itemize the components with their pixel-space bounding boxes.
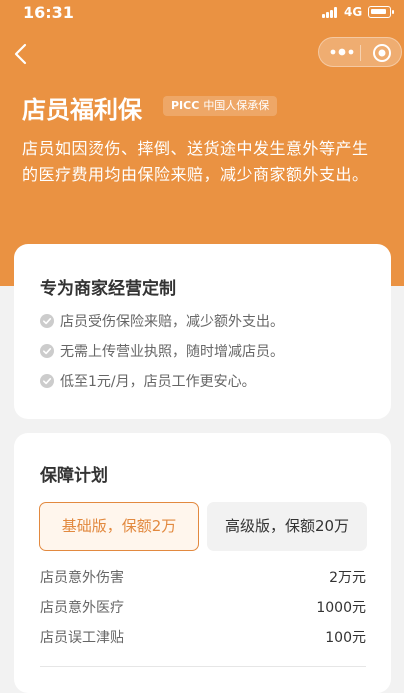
check-circle-icon: [40, 373, 54, 388]
close-mini-program-icon[interactable]: [372, 43, 392, 63]
insurer-badge: PICC 中国人保承保: [163, 96, 278, 116]
more-icon[interactable]: [329, 45, 355, 59]
highlight-text: 低至1元/月，店员工作更安心。: [60, 374, 256, 390]
coverage-name: 店员误工津贴: [40, 630, 124, 646]
check-circle-icon: [40, 343, 54, 358]
highlight-item: 无需上传营业执照，随时增减店员。: [40, 342, 284, 362]
coverage-amount: 100元: [325, 630, 366, 646]
battery-icon: [368, 6, 394, 18]
coverage-row: 店员意外伤害 2万元: [40, 568, 366, 588]
coverage-name: 店员意外医疗: [40, 600, 124, 616]
coverage-row: 店员意外医疗 1000元: [40, 598, 366, 618]
network-type: 4G: [344, 5, 363, 19]
capsule-divider: [360, 45, 361, 61]
coverage-amount: 2万元: [329, 570, 366, 586]
status-bar: 16:31 4G: [0, 0, 404, 26]
mini-program-capsule: [318, 37, 402, 67]
highlights-card: 专为商家经营定制 店员受伤保险来赔，减少额外支出。 无需上传营业执照，随时增减店…: [14, 244, 391, 419]
coverage-name: 店员意外伤害: [40, 570, 124, 586]
divider: [40, 666, 366, 667]
plan-title: 保障计划: [40, 466, 108, 486]
plan-option-advanced[interactable]: 高级版，保额20万: [207, 502, 367, 551]
check-circle-icon: [40, 313, 54, 328]
product-description: 店员如因烫伤、摔倒、送货途中发生意外等产生的医疗费用均由保险来赔，减少商家额外支…: [22, 139, 369, 184]
page-title: 店员福利保: [22, 96, 142, 124]
highlight-item: 店员受伤保险来赔，减少额外支出。: [40, 312, 284, 332]
coverage-row: 店员误工津贴 100元: [40, 628, 366, 648]
insurer-code: PICC: [171, 99, 200, 112]
insurer-name: 中国人保承保: [203, 99, 270, 112]
highlight-text: 无需上传营业执照，随时增减店员。: [60, 344, 284, 360]
highlights-title: 专为商家经营定制: [40, 279, 176, 299]
plan-option-basic[interactable]: 基础版，保额2万: [39, 502, 199, 551]
back-arrow-icon[interactable]: [10, 42, 34, 66]
plan-card: 保障计划 基础版，保额2万 高级版，保额20万 店员意外伤害 2万元 店员意外医…: [14, 433, 391, 693]
signal-icon: [322, 7, 339, 18]
status-time: 16:31: [23, 3, 74, 22]
coverage-amount: 1000元: [316, 600, 366, 616]
highlight-text: 店员受伤保险来赔，减少额外支出。: [60, 314, 284, 330]
highlight-item: 低至1元/月，店员工作更安心。: [40, 372, 256, 392]
